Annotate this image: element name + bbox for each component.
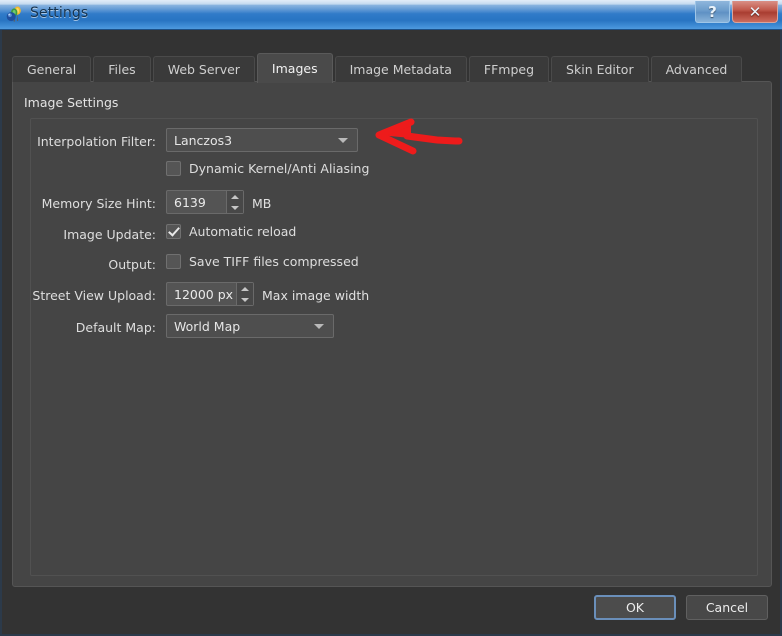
settings-window: Settings ? ✕ General Files Web Server Im… — [0, 0, 782, 636]
title-bar[interactable]: Settings ? ✕ — [0, 0, 782, 30]
dynamic-kernel-label: Dynamic Kernel/Anti Aliasing — [189, 161, 370, 176]
spinner-up-icon[interactable] — [237, 283, 253, 294]
app-balloons-icon — [6, 6, 21, 22]
dynamic-kernel-checkbox[interactable] — [166, 161, 181, 176]
settings-tabs: General Files Web Server Images Image Me… — [12, 52, 772, 83]
cancel-button[interactable]: Cancel — [686, 595, 768, 620]
memory-size-hint-label: Memory Size Hint: — [41, 196, 156, 211]
default-map-combo[interactable]: World Map — [166, 314, 334, 338]
interpolation-filter-label: Interpolation Filter: — [37, 134, 156, 149]
automatic-reload-label: Automatic reload — [189, 224, 297, 239]
chevron-down-icon — [338, 138, 348, 143]
tab-advanced[interactable]: Advanced — [650, 56, 743, 82]
street-view-upload-input[interactable]: 12000 px — [166, 282, 254, 306]
tab-ffmpeg[interactable]: FFmpeg — [468, 56, 550, 82]
window-title: Settings — [30, 5, 89, 21]
street-view-upload-value: 12000 px — [174, 286, 234, 302]
image-update-label: Image Update: — [63, 227, 156, 242]
close-button[interactable]: ✕ — [732, 1, 778, 23]
title-bar-gloss — [0, 0, 782, 13]
output-label: Output: — [108, 257, 156, 272]
automatic-reload-checkbox-row[interactable]: Automatic reload — [166, 224, 296, 239]
street-view-upload-stepper[interactable] — [236, 283, 253, 305]
save-tiff-compressed-checkbox-row[interactable]: Save TIFF files compressed — [166, 254, 359, 269]
memory-size-hint-value: 6139 — [174, 194, 206, 210]
image-settings-group-title: Image Settings — [24, 95, 119, 110]
window-controls: ? ✕ — [695, 1, 778, 23]
save-tiff-compressed-label: Save TIFF files compressed — [189, 254, 359, 269]
memory-size-hint-unit: MB — [252, 196, 272, 211]
street-view-upload-unit: Max image width — [262, 288, 370, 303]
tab-image-metadata[interactable]: Image Metadata — [334, 56, 467, 82]
tab-general[interactable]: General — [12, 56, 92, 82]
spinner-up-icon[interactable] — [227, 191, 243, 202]
memory-size-hint-stepper[interactable] — [226, 191, 243, 213]
spinner-down-icon[interactable] — [227, 202, 243, 213]
dynamic-kernel-checkbox-row[interactable]: Dynamic Kernel/Anti Aliasing — [166, 161, 369, 176]
help-button[interactable]: ? — [695, 1, 730, 23]
street-view-upload-label: Street View Upload: — [32, 288, 156, 303]
automatic-reload-checkbox[interactable] — [166, 224, 181, 239]
memory-size-hint-input[interactable]: 6139 — [166, 190, 244, 214]
tab-images[interactable]: Images — [256, 53, 333, 83]
ok-button[interactable]: OK — [594, 595, 676, 620]
default-map-value: World Map — [174, 318, 241, 334]
dialog-button-bar: OK Cancel — [594, 595, 768, 620]
tab-skin-editor[interactable]: Skin Editor — [551, 56, 649, 82]
interpolation-filter-value: Lanczos3 — [174, 132, 233, 148]
chevron-down-icon — [314, 324, 324, 329]
save-tiff-compressed-checkbox[interactable] — [166, 254, 181, 269]
image-settings-groupbox — [30, 118, 758, 576]
interpolation-filter-combo[interactable]: Lanczos3 — [166, 128, 358, 152]
default-map-label: Default Map: — [75, 320, 156, 335]
tab-files[interactable]: Files — [93, 56, 151, 82]
spinner-down-icon[interactable] — [237, 294, 253, 305]
tab-web-server[interactable]: Web Server — [152, 56, 255, 82]
